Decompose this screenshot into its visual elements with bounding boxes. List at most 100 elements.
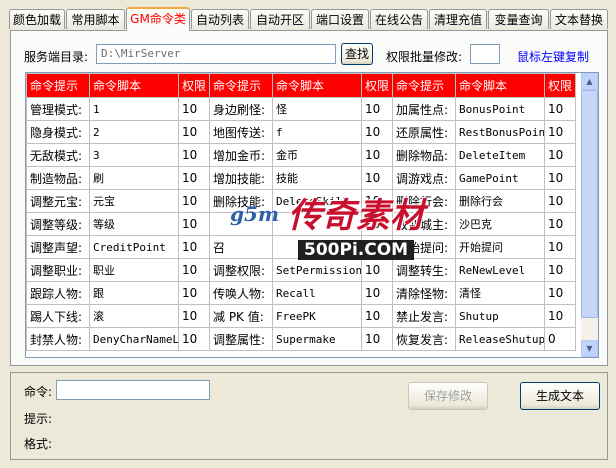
table-row[interactable]: 无敌模式: 3 10 增加金币: 金币 10 删除物品: DeleteItem 10: [26, 143, 576, 167]
table-cell[interactable]: 10: [544, 143, 576, 167]
table-cell[interactable]: 调整权限:: [209, 258, 273, 282]
table-cell[interactable]: Recall: [272, 281, 362, 305]
command-table[interactable]: 命令提示 命令脚本 权限 命令提示 命令脚本 权限 命令提示 命令脚本 权限 管理模式: 1 10 身…: [25, 72, 599, 358]
table-cell[interactable]: FreePK: [272, 304, 362, 328]
table-cell[interactable]: 调整属性:: [209, 327, 273, 351]
table-cell[interactable]: 10: [178, 97, 210, 121]
table-cell[interactable]: 减 PK 值:: [209, 304, 273, 328]
table-cell[interactable]: 10: [544, 120, 576, 144]
table-cell[interactable]: GamePoint: [455, 166, 545, 190]
scroll-down-icon[interactable]: ▼: [581, 340, 598, 357]
table-cell[interactable]: ReNewLevel: [455, 258, 545, 282]
column-header[interactable]: 权限: [178, 73, 210, 98]
table-cell[interactable]: 10: [178, 143, 210, 167]
table-cell[interactable]: 隐身模式:: [26, 120, 90, 144]
tab-7[interactable]: 在线公告: [370, 9, 428, 29]
table-cell[interactable]: 10: [361, 120, 393, 144]
table-cell[interactable]: 封禁人物:: [26, 327, 90, 351]
table-cell[interactable]: 沙巴克: [455, 212, 545, 236]
table-cell[interactable]: [272, 235, 362, 259]
table-cell[interactable]: 开始提问:: [392, 235, 456, 259]
column-header[interactable]: 命令脚本: [272, 73, 362, 98]
tab-1[interactable]: 颜色加载: [9, 9, 65, 29]
column-header[interactable]: 命令提示: [209, 73, 273, 98]
column-header[interactable]: 命令提示: [392, 73, 456, 98]
table-cell[interactable]: 调整声望:: [26, 235, 90, 259]
table-cell[interactable]: 开始提问: [455, 235, 545, 259]
column-header[interactable]: 命令脚本: [89, 73, 179, 98]
tab-10[interactable]: 文本替换: [550, 9, 608, 29]
table-cell[interactable]: 踢人下线:: [26, 304, 90, 328]
table-cell[interactable]: 管理模式:: [26, 97, 90, 121]
table-cell[interactable]: 增加技能:: [209, 166, 273, 190]
table-cell[interactable]: 10: [361, 166, 393, 190]
table-cell[interactable]: 10: [544, 97, 576, 121]
table-cell[interactable]: 禁止发言:: [392, 304, 456, 328]
table-row[interactable]: 封禁人物:DenyCharNameLogon10调整属性:Supermake10…: [26, 327, 576, 351]
table-cell[interactable]: 删除行会: [455, 189, 545, 213]
table-cell[interactable]: 删除物品:: [392, 143, 456, 167]
table-cell[interactable]: [209, 212, 273, 236]
table-cell[interactable]: DenyCharNameLogon: [89, 327, 179, 351]
table-cell[interactable]: BonusPoint: [455, 97, 545, 121]
tab-2[interactable]: 常用脚本: [66, 9, 125, 29]
table-cell[interactable]: DeleteItem: [455, 143, 545, 167]
table-cell[interactable]: 0: [544, 327, 576, 351]
table-cell[interactable]: 清除怪物:: [392, 281, 456, 305]
tab-4[interactable]: 自动列表: [191, 9, 249, 29]
find-button[interactable]: 查找: [341, 43, 373, 65]
table-cell[interactable]: 改变城主:: [392, 212, 456, 236]
scroll-up-icon[interactable]: ▲: [581, 73, 598, 90]
server-dir-input[interactable]: D:\MirServer: [96, 44, 336, 64]
table-cell[interactable]: CreditPoint: [89, 235, 179, 259]
table-row[interactable]: 调整元宝: 元宝 10 删除技能: DeleteSkill 10 删除行会: 删除行会 10: [26, 189, 576, 213]
batch-permission-input[interactable]: [470, 44, 500, 64]
table-cell[interactable]: 清怪: [455, 281, 545, 305]
table-cell[interactable]: 10: [178, 120, 210, 144]
generate-text-button[interactable]: 生成文本: [520, 382, 600, 410]
table-cell[interactable]: 恢复发言:: [392, 327, 456, 351]
table-cell[interactable]: 调游戏点:: [392, 166, 456, 190]
table-cell[interactable]: 技能: [272, 166, 362, 190]
column-header[interactable]: 权限: [544, 73, 576, 98]
table-cell[interactable]: ReleaseShutup: [455, 327, 545, 351]
table-cell[interactable]: 10: [361, 97, 393, 121]
scroll-thumb[interactable]: [581, 90, 598, 318]
table-cell[interactable]: 跟: [89, 281, 179, 305]
table-row[interactable]: 调整等级: 等级 10 10 改变城主: 沙巴克 10: [26, 212, 576, 236]
vertical-scrollbar[interactable]: ▲ ▼: [581, 73, 598, 357]
table-cell[interactable]: 10: [361, 235, 393, 259]
table-cell[interactable]: 10: [178, 212, 210, 236]
table-cell[interactable]: 10: [544, 281, 576, 305]
table-cell[interactable]: 10: [178, 166, 210, 190]
table-cell[interactable]: 还原属性:: [392, 120, 456, 144]
table-cell[interactable]: 增加金币:: [209, 143, 273, 167]
table-cell[interactable]: 金币: [272, 143, 362, 167]
table-cell[interactable]: 10: [178, 327, 210, 351]
column-header[interactable]: 权限: [361, 73, 393, 98]
table-cell[interactable]: 跟踪人物:: [26, 281, 90, 305]
table-cell[interactable]: 10: [178, 304, 210, 328]
table-cell[interactable]: 等级: [89, 212, 179, 236]
table-cell[interactable]: Supermake: [272, 327, 362, 351]
table-cell[interactable]: 10: [178, 235, 210, 259]
table-cell[interactable]: 10: [544, 166, 576, 190]
table-cell[interactable]: 10: [178, 281, 210, 305]
table-cell[interactable]: 10: [178, 189, 210, 213]
table-cell[interactable]: 10: [361, 281, 393, 305]
table-row[interactable]: 管理模式: 1 10 身边刷怪: 怪 10 加属性点: BonusPoint 10: [26, 97, 576, 121]
tab-9[interactable]: 变量查询: [488, 9, 549, 29]
table-cell[interactable]: 10: [178, 258, 210, 282]
table-cell[interactable]: 加属性点:: [392, 97, 456, 121]
table-row[interactable]: 隐身模式: 2 10 地图传送: f 10 还原属性: RestBonusPoint 10: [26, 120, 576, 144]
table-cell[interactable]: 10: [361, 212, 393, 236]
table-cell[interactable]: 10: [361, 327, 393, 351]
table-cell[interactable]: 元宝: [89, 189, 179, 213]
table-cell[interactable]: 刷: [89, 166, 179, 190]
column-header[interactable]: 命令提示: [26, 73, 90, 98]
table-cell[interactable]: 删除技能:: [209, 189, 273, 213]
table-cell[interactable]: 调整转生:: [392, 258, 456, 282]
table-row[interactable]: 调整职业: 职业 10 调整权限: SetPermission 10 调整转生: ReNewL…: [26, 258, 576, 282]
tab-3[interactable]: GM命令类: [126, 7, 190, 31]
table-cell[interactable]: 2: [89, 120, 179, 144]
